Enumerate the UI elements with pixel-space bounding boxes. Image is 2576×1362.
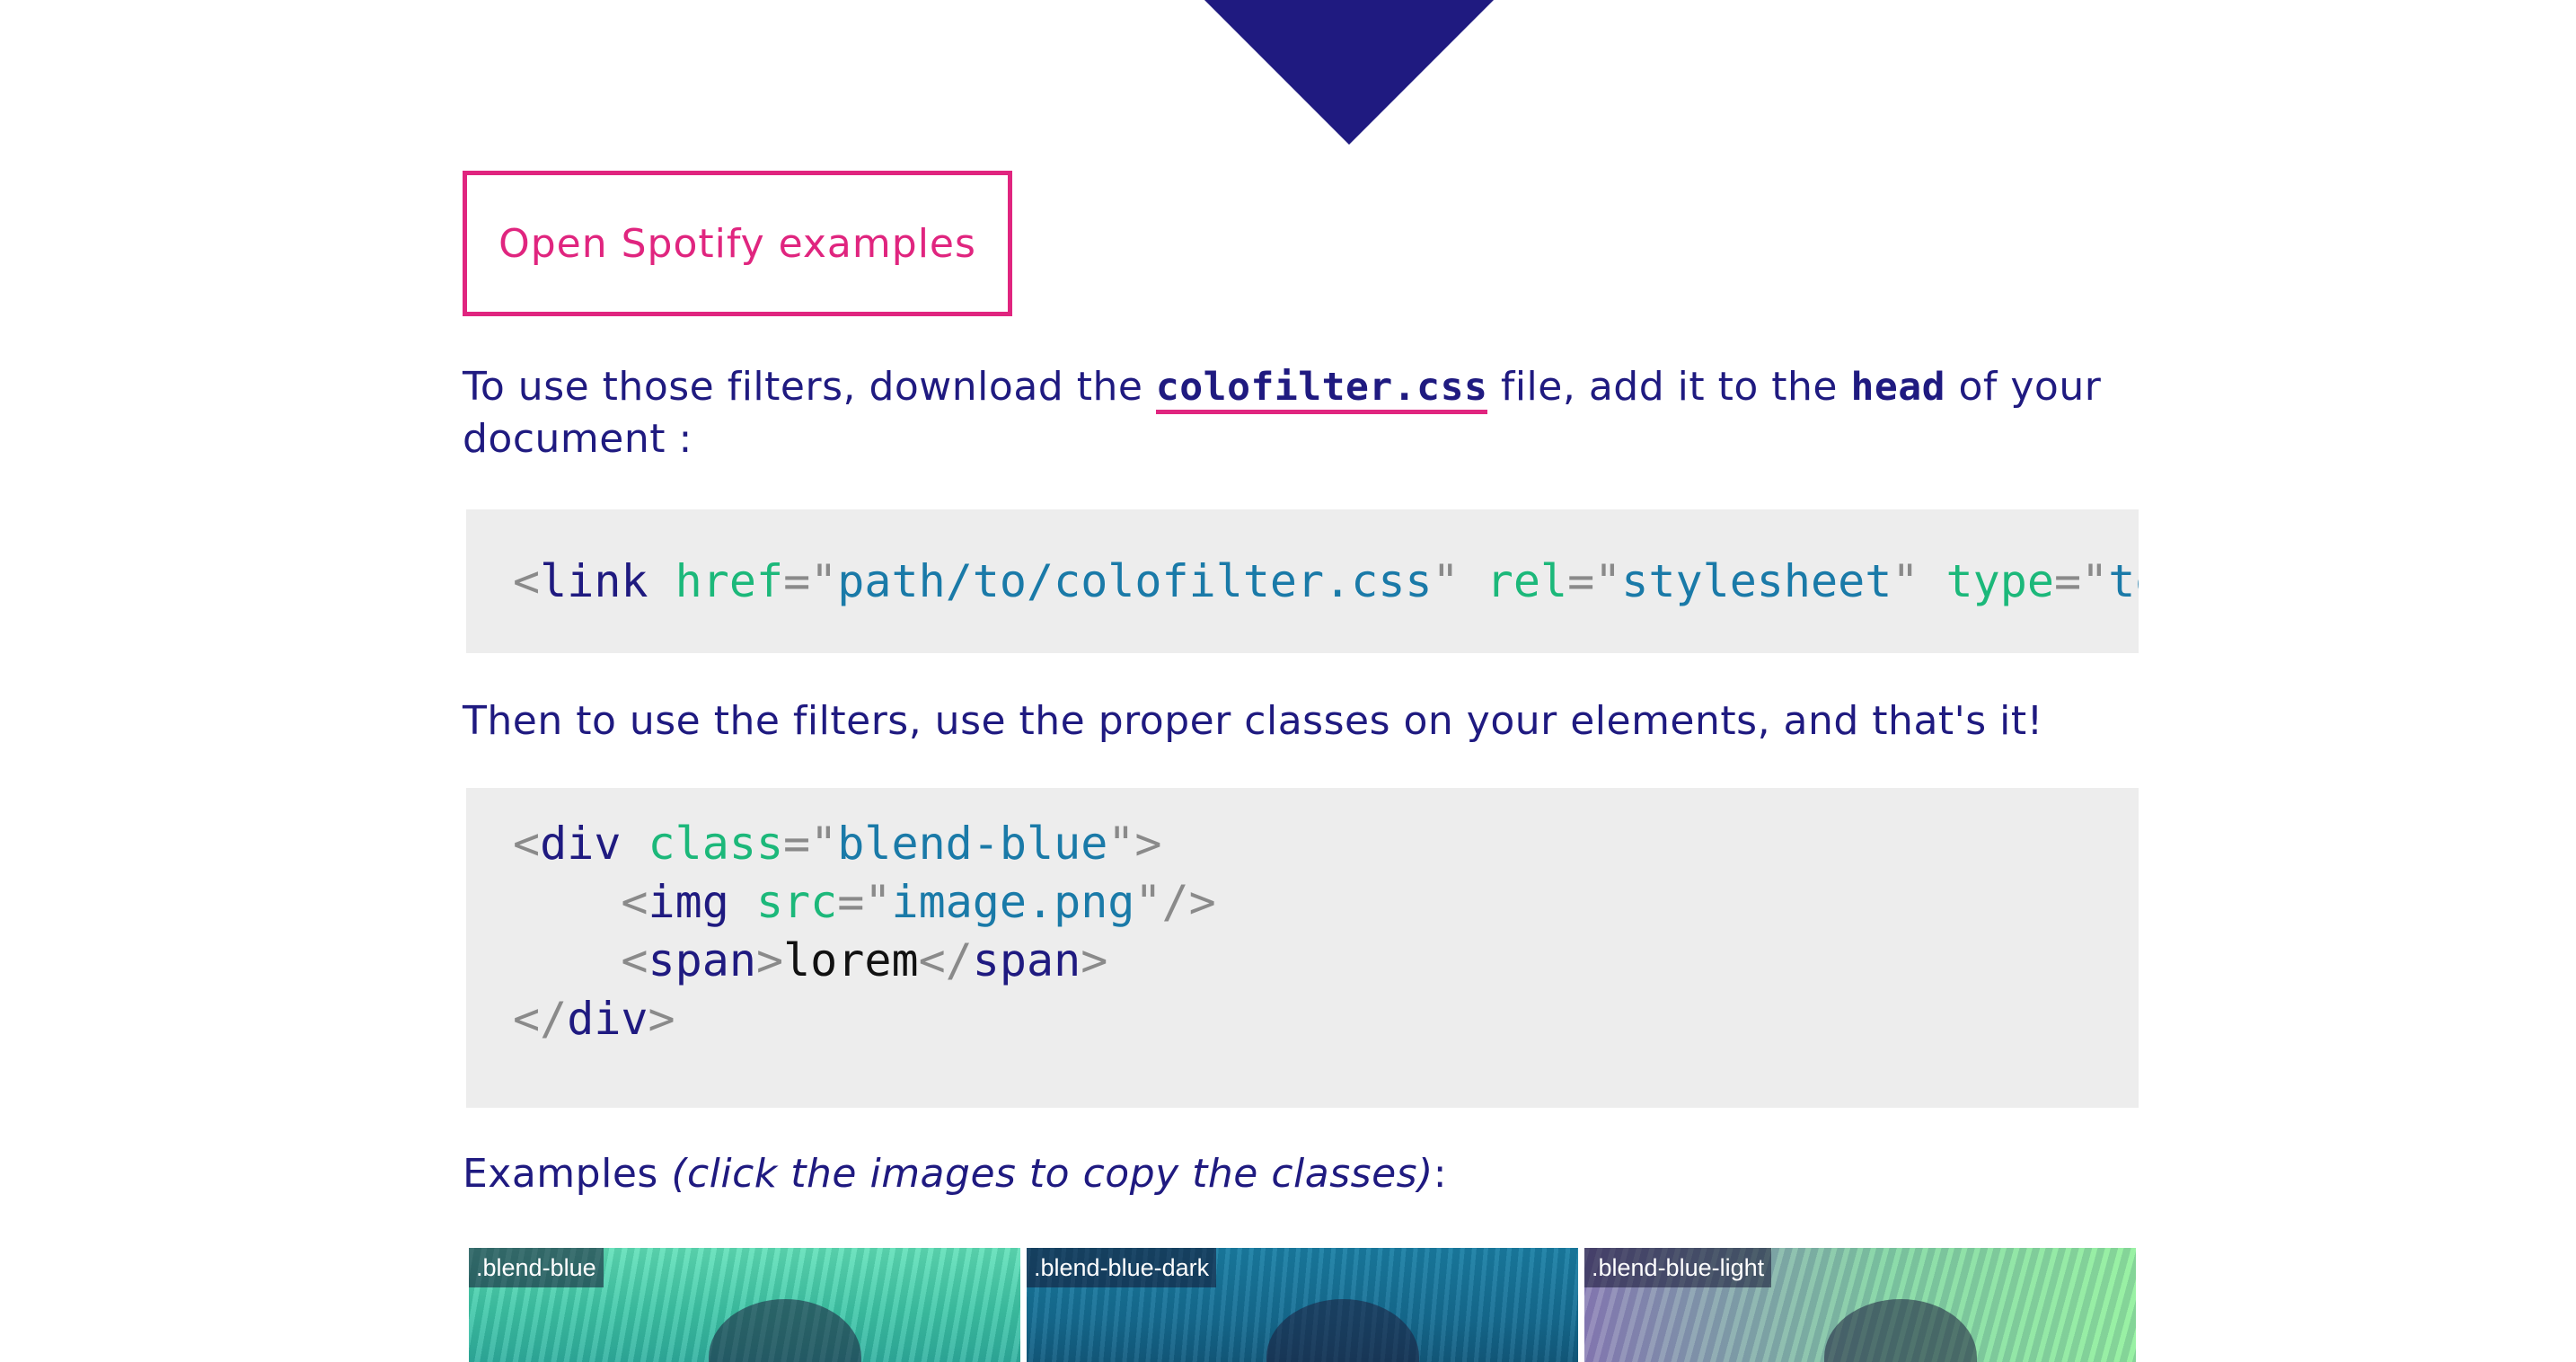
example-gallery: .blend-blue .blend-blue-dark .blend-blue…: [469, 1248, 2136, 1362]
intro-paragraph: To use those filters, download the colof…: [463, 361, 2133, 465]
code-tag-span-close: span: [972, 934, 1081, 986]
examples-suffix: :: [1433, 1151, 1448, 1197]
link-code-block: <link href="path/to/colofilter.css" rel=…: [466, 509, 2139, 653]
code-val-rel: stylesheet: [1621, 555, 1892, 607]
examples-hint: (click the images to copy the classes): [671, 1151, 1434, 1197]
code-val-type: text: [2108, 555, 2139, 607]
code-val-class: blend-blue: [837, 818, 1108, 870]
code-attr-href: href: [675, 555, 784, 607]
intro-middle: file, add it to the: [1487, 364, 1851, 410]
example-label: .blend-blue-light: [1584, 1248, 1772, 1287]
code-val-src: image.png: [891, 876, 1135, 928]
example-label: .blend-blue-dark: [1027, 1248, 1217, 1287]
code-attr-rel: rel: [1486, 555, 1568, 607]
usage-code-block: <div class="blend-blue"> <img src="image…: [466, 788, 2139, 1108]
examples-heading: Examples (click the images to copy the c…: [463, 1148, 2133, 1200]
examples-prefix: Examples: [463, 1151, 672, 1197]
intro-prefix: To use those filters, download the: [463, 364, 1156, 410]
head-code: head: [1850, 365, 1945, 410]
code-tag-link: link: [540, 555, 648, 607]
code-val-href: path/to/colofilter.css: [837, 555, 1433, 607]
example-label: .blend-blue: [469, 1248, 604, 1287]
example-image-blend-blue[interactable]: .blend-blue: [469, 1248, 1020, 1362]
open-spotify-examples-button[interactable]: Open Spotify examples: [463, 171, 1012, 316]
colofilter-css-link[interactable]: colofilter.css: [1155, 365, 1488, 414]
down-arrow-icon: [1204, 0, 1494, 145]
example-image-blend-blue-dark[interactable]: .blend-blue-dark: [1027, 1248, 1578, 1362]
code-attr-src: src: [755, 876, 838, 928]
usage-paragraph: Then to use the filters, use the proper …: [463, 698, 2043, 744]
code-tag-div-close: div: [567, 993, 648, 1045]
code-span-text: lorem: [783, 934, 919, 986]
person-head-image: [1266, 1299, 1419, 1362]
code-tag-span-open: span: [648, 934, 756, 986]
person-head-image: [1824, 1299, 1977, 1362]
code-tag-div-open: div: [540, 818, 622, 870]
code-tag-img: img: [648, 876, 729, 928]
person-head-image: [709, 1299, 861, 1362]
code-attr-type: type: [1945, 555, 2054, 607]
example-image-blend-blue-light[interactable]: .blend-blue-light: [1584, 1248, 2136, 1362]
code-attr-class: class: [648, 818, 784, 870]
